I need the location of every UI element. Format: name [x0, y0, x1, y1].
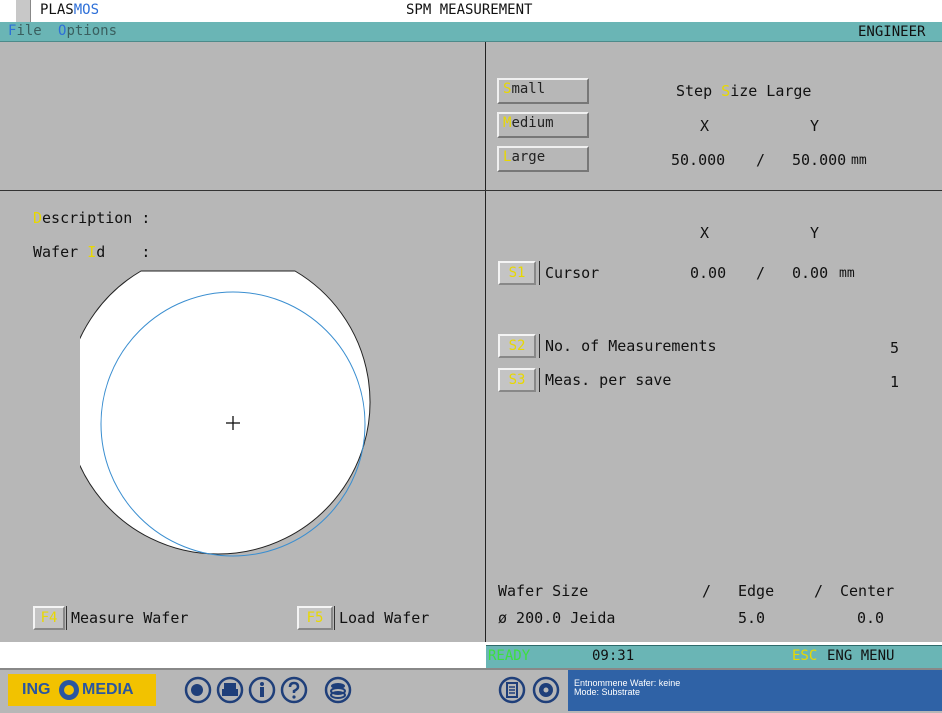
- logo-text-media: MEDIA: [82, 681, 134, 698]
- step-medium-button[interactable]: Medium: [497, 112, 589, 138]
- menu-options-label: ptions: [66, 23, 118, 39]
- cursor-unit: mm: [839, 266, 855, 281]
- menu-bar: File Options ENGINEER: [0, 22, 942, 42]
- menu-file[interactable]: File: [8, 23, 42, 39]
- description-label: Description :: [33, 209, 150, 227]
- s1-button[interactable]: S1: [498, 261, 536, 285]
- horizontal-divider: [0, 190, 942, 191]
- help-icon[interactable]: [280, 676, 308, 704]
- step-large-button[interactable]: Large: [497, 146, 589, 172]
- step-size-label: Step Size Large: [676, 82, 811, 100]
- user-level: ENGINEER: [858, 24, 926, 40]
- status-ready: READY: [488, 648, 531, 664]
- info-icon[interactable]: [248, 676, 276, 704]
- wafer-size-header: Wafer Size: [498, 582, 589, 600]
- cursor-separator: /: [756, 264, 766, 282]
- measurements-label: No. of Measurements: [545, 337, 717, 355]
- cursor-x-header: X: [700, 224, 710, 242]
- step-medium-label: edium: [511, 115, 554, 131]
- wafer-size-value: ø 200.0 Jeida: [498, 609, 616, 627]
- app-name: PLASMOS: [40, 2, 99, 18]
- title-bar: PLASMOS SPM MEASUREMENT: [0, 0, 942, 23]
- s1-divider: [539, 261, 540, 285]
- logo-text-ing: ING: [22, 681, 51, 698]
- description-label-text: escription :: [42, 209, 151, 227]
- step-separator: /: [756, 151, 766, 169]
- wafer-map[interactable]: [80, 270, 390, 562]
- cursor-y-header: Y: [810, 224, 820, 242]
- center-header: Center: [840, 582, 895, 600]
- f5-divider: [334, 606, 335, 630]
- esc-key[interactable]: ESC: [792, 648, 817, 664]
- step-size-label-pre: Step: [676, 82, 722, 100]
- f5-button[interactable]: F5: [297, 606, 333, 630]
- window-title: SPM MEASUREMENT: [406, 2, 533, 18]
- vertical-divider: [485, 42, 486, 642]
- app-name-suffix: MOS: [73, 2, 100, 18]
- info-mode: Mode: Substrate: [574, 687, 641, 697]
- wafer-id-label: Wafer Id :: [33, 243, 150, 261]
- printer-icon[interactable]: [216, 676, 244, 704]
- cursor-label: Cursor: [545, 264, 600, 282]
- step-y-header: Y: [810, 117, 820, 135]
- info-panel: Entnommene Wafer: keine Mode: Substrate: [568, 670, 942, 711]
- meas-per-save-label: Meas. per save: [545, 371, 672, 389]
- step-x-header: X: [700, 117, 710, 135]
- edge-header: Edge: [738, 582, 775, 600]
- s3-button[interactable]: S3: [498, 368, 536, 392]
- title-bar-handle: [16, 0, 31, 22]
- cursor-y-value: 0.00: [792, 264, 829, 282]
- measurements-value: 5: [890, 339, 900, 357]
- step-x-value: 50.000: [671, 151, 726, 169]
- app-name-prefix: PLAS: [40, 2, 74, 18]
- s2-button[interactable]: S2: [498, 334, 536, 358]
- wafer-size-sep1: /: [702, 582, 712, 600]
- edge-value: 5.0: [738, 609, 766, 627]
- wafer-id-hotkey: I: [87, 243, 97, 261]
- document-icon[interactable]: [498, 676, 526, 704]
- main-panel: Small Medium Large Step Size Large X Y 5…: [0, 42, 942, 642]
- f4-button[interactable]: F4: [33, 606, 65, 630]
- step-small-button[interactable]: Small: [497, 78, 589, 104]
- wafer-size-sep2: /: [814, 582, 824, 600]
- status-time: 09:31: [592, 648, 635, 664]
- record-icon[interactable]: [184, 676, 212, 704]
- status-bar: READY 09:31 ESC ENG MENU: [486, 645, 942, 668]
- ingmedia-logo: ING MEDIA: [8, 674, 156, 706]
- step-size-label-post: ize Large: [730, 82, 812, 100]
- f4-divider: [66, 606, 67, 630]
- s2-divider: [539, 334, 540, 358]
- wafer-id-pre: Wafer: [33, 243, 88, 261]
- logo-mark-icon: [59, 680, 79, 700]
- s3-divider: [539, 368, 540, 392]
- step-small-label: mall: [511, 81, 546, 97]
- stack-icon[interactable]: [324, 676, 352, 704]
- menu-file-label: ile: [16, 23, 42, 39]
- description-hotkey: D: [33, 209, 43, 227]
- wafer-outline: [80, 270, 371, 555]
- wafer-id-post: d :: [96, 243, 151, 261]
- load-wafer-label[interactable]: Load Wafer: [339, 609, 429, 627]
- menu-options[interactable]: Options: [58, 23, 117, 39]
- step-size-hotkey: S: [721, 82, 731, 100]
- center-value: 0.0: [857, 609, 885, 627]
- cursor-x-value: 0.00: [690, 264, 727, 282]
- gear-icon[interactable]: [532, 676, 560, 704]
- meas-per-save-value: 1: [890, 373, 900, 391]
- eng-menu-label[interactable]: ENG MENU: [827, 648, 894, 664]
- measure-wafer-label[interactable]: Measure Wafer: [71, 609, 188, 627]
- step-large-label: arge: [511, 149, 546, 165]
- step-y-value: 50.000: [792, 151, 847, 169]
- step-unit: mm: [851, 153, 867, 168]
